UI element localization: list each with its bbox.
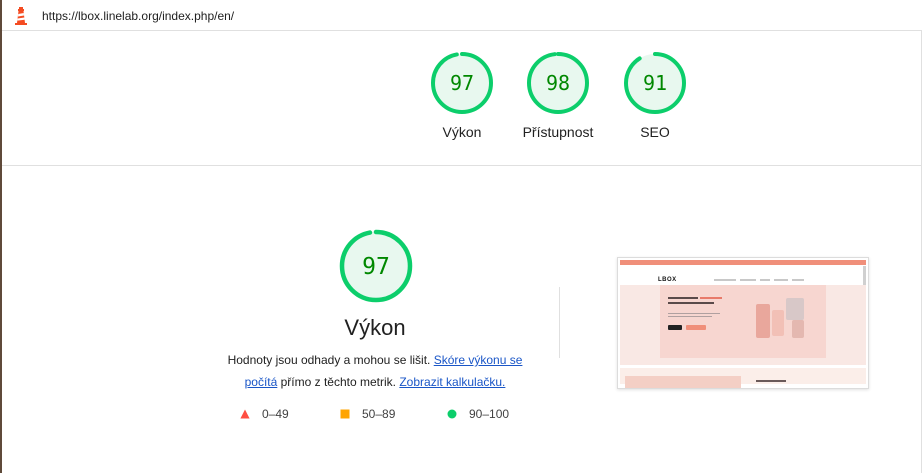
- thumb-logo: LBOX: [658, 277, 677, 283]
- thumb-hero-text: [700, 297, 722, 299]
- gauge-performance-ring: 97: [431, 52, 493, 114]
- legend-fail: 0–49: [240, 407, 289, 421]
- thumb-nav-item: [760, 279, 770, 281]
- thumb-product: [772, 310, 784, 336]
- thumb-hero-button: [686, 325, 706, 330]
- legend-average: 50–89: [340, 407, 395, 421]
- calculator-link[interactable]: Zobrazit kalkulačku.: [399, 375, 505, 389]
- gauge-accessibility-label: Přístupnost: [522, 124, 594, 140]
- thumb-product: [756, 304, 770, 338]
- gauge-accessibility[interactable]: 98 Přístupnost: [518, 51, 598, 140]
- thumb-hero-text: [668, 297, 698, 299]
- thumb-nav-item: [774, 279, 788, 281]
- gauge-performance-score: 97: [450, 71, 474, 95]
- vertical-divider: [559, 287, 560, 358]
- thumb-nav-item: [792, 279, 804, 281]
- thumb-nav-item: [714, 279, 736, 281]
- gauge-performance-label: Výkon: [442, 124, 482, 140]
- page-screenshot-thumbnail[interactable]: LBOX: [617, 257, 869, 389]
- thumb-product: [792, 320, 804, 338]
- page-url: https://lbox.linelab.org/index.php/en/: [42, 9, 235, 23]
- thumb-nav-item: [740, 279, 756, 281]
- gauge-seo-ring: 91: [624, 52, 686, 114]
- description-middle: přímo z těchto metrik.: [277, 375, 400, 389]
- legend-pass: 90–100: [447, 407, 509, 421]
- gauge-seo-score: 91: [643, 71, 667, 95]
- performance-gauge-large: 97: [339, 229, 413, 303]
- green-circle-icon: [447, 409, 457, 419]
- section-divider: [2, 165, 922, 166]
- thumb-hero-button: [668, 325, 682, 330]
- orange-square-icon: [340, 409, 350, 419]
- red-triangle-icon: [240, 409, 250, 419]
- thumb-hero-text: [668, 316, 712, 317]
- performance-score-large: 97: [362, 254, 390, 280]
- performance-title: Výkon: [344, 315, 406, 340]
- legend-average-range: 50–89: [362, 407, 396, 421]
- legend-fail-range: 0–49: [262, 407, 289, 421]
- performance-description: Hodnoty jsou odhady a mohou se lišit. Sk…: [222, 349, 528, 393]
- thumb-hero-text: [668, 313, 720, 314]
- gauge-accessibility-score: 98: [546, 71, 570, 95]
- summary-gauges: 97 Výkon 98 Přístupnost 91 SEO: [0, 51, 922, 151]
- report-topbar: https://lbox.linelab.org/index.php/en/: [2, 0, 922, 31]
- thumb-section-image: [625, 376, 741, 388]
- lighthouse-icon: [15, 7, 27, 25]
- thumb-section-text: [756, 380, 786, 382]
- gauge-seo-label: SEO: [640, 124, 670, 140]
- gauge-performance[interactable]: 97 Výkon: [422, 51, 502, 140]
- thumb-product: [786, 298, 804, 320]
- gauge-accessibility-ring: 98: [527, 52, 589, 114]
- legend-pass-range: 90–100: [469, 407, 510, 421]
- description-prefix: Hodnoty jsou odhady a mohou se lišit.: [227, 353, 434, 367]
- gauge-seo[interactable]: 91 SEO: [615, 51, 695, 140]
- thumb-hero-text: [668, 302, 714, 304]
